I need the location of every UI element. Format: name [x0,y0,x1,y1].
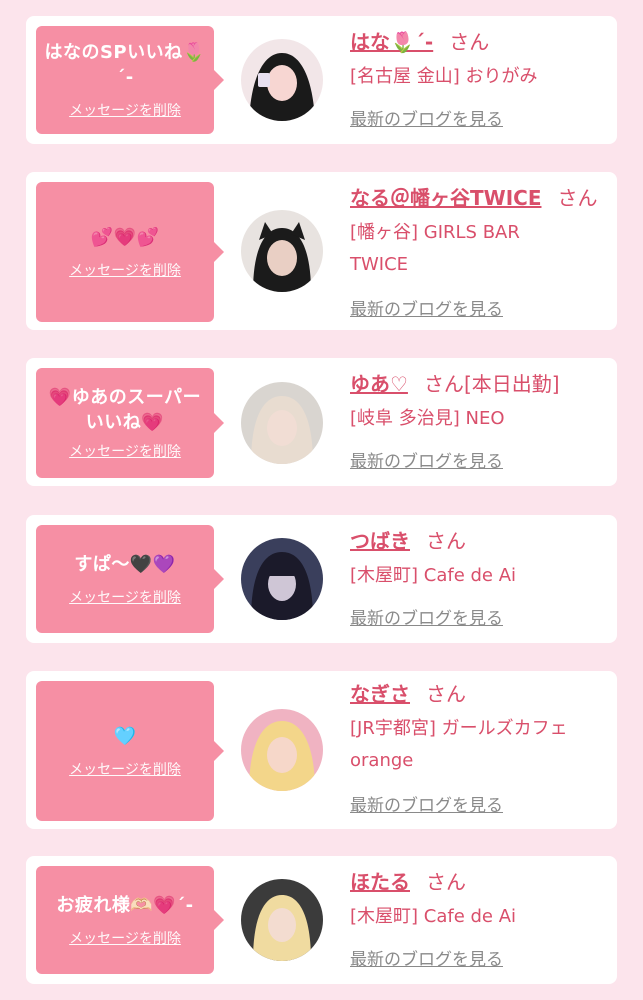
status-note: [本日出勤] [463,372,560,396]
message-text: はなのSPいいね🌷ˊ- [44,42,206,88]
message-card: お疲れ様🫶🏻💗ˊ- メッセージを削除 ほたる さん [木屋町] Cafe de A… [26,856,617,984]
profile-info: ほたる さん [木屋町] Cafe de Ai 最新のブログを見る [350,869,609,970]
honorific: さん [557,186,598,210]
latest-blog-link[interactable]: 最新のブログを見る [350,945,503,970]
avatar[interactable] [241,210,323,292]
avatar-photo-icon [241,709,323,791]
message-bubble: お疲れ様🫶🏻💗ˊ- メッセージを削除 [36,866,224,974]
delete-message-link[interactable]: メッセージを削除 [69,928,181,948]
shop-label: [名古屋 金山] おりがみ [350,66,538,87]
message-bubble: 🩵 メッセージを削除 [36,681,224,821]
message-bubble: はなのSPいいね🌷ˊ- メッセージを削除 [36,26,224,134]
message-card: 💕💗💕 メッセージを削除 なる＠幡ヶ谷TWICE さん [幡ヶ谷] GIRLS B… [26,172,617,330]
message-bubble: 💗ゆあのスーパーいいね💗 メッセージを削除 [36,368,224,478]
honorific: さん [449,30,490,54]
delete-message-link[interactable]: メッセージを削除 [69,759,181,779]
shop-label: [JR宇都宮] ガールズカフェ orange [350,718,568,771]
shop-label: [幡ヶ谷] GIRLS BAR TWICE [350,222,520,275]
profile-name-link[interactable]: なぎさ [350,682,410,706]
profile-info: はな🌷ˊ- さん [名古屋 金山] おりがみ 最新のブログを見る [350,29,609,130]
message-card: 💗ゆあのスーパーいいね💗 メッセージを削除 ゆあ♡ さん[本日出勤] [岐阜 多治… [26,358,617,486]
profile-name-link[interactable]: つばき [350,529,410,553]
avatar-photo-icon [241,210,323,292]
message-card: すぱ〜🖤💜 メッセージを削除 つばき さん [木屋町] Cafe de Ai 最新… [26,515,617,643]
profile-info: ゆあ♡ さん[本日出勤] [岐阜 多治見] NEO 最新のブログを見る [350,371,609,472]
honorific: さん [426,870,466,894]
honorific: さん [423,372,464,396]
message-text: 🩵 [113,725,137,747]
message-text: 💕💗💕 [90,226,160,248]
honorific: さん [426,682,466,706]
latest-blog-link[interactable]: 最新のブログを見る [350,791,503,816]
latest-blog-link[interactable]: 最新のブログを見る [350,295,503,320]
message-bubble: すぱ〜🖤💜 メッセージを削除 [36,525,224,633]
delete-message-link[interactable]: メッセージを削除 [69,260,181,280]
avatar-photo-icon [241,879,323,961]
avatar-photo-icon [241,382,323,464]
profile-info: なる＠幡ヶ谷TWICE さん [幡ヶ谷] GIRLS BAR TWICE 最新のブ… [350,185,609,320]
latest-blog-link[interactable]: 最新のブログを見る [350,105,503,130]
profile-name-link[interactable]: ゆあ♡ [350,372,408,396]
message-text: お疲れ様🫶🏻💗ˊ- [56,894,194,916]
avatar-photo-icon [241,538,323,620]
message-list: はなのSPいいね🌷ˊ- メッセージを削除 はな🌷ˊ- さん [名古屋 金山] おり… [0,0,643,1000]
shop-label: [木屋町] Cafe de Ai [350,565,517,586]
message-bubble: 💕💗💕 メッセージを削除 [36,182,224,322]
message-card: はなのSPいいね🌷ˊ- メッセージを削除 はな🌷ˊ- さん [名古屋 金山] おり… [26,16,617,144]
message-text: 💗ゆあのスーパーいいね💗 [48,387,202,433]
delete-message-link[interactable]: メッセージを削除 [69,441,181,461]
profile-name-link[interactable]: なる＠幡ヶ谷TWICE [350,186,541,210]
avatar[interactable] [241,538,323,620]
honorific: さん [426,529,466,553]
avatar[interactable] [241,879,323,961]
latest-blog-link[interactable]: 最新のブログを見る [350,447,503,472]
avatar[interactable] [241,39,323,121]
avatar-photo-icon [241,39,323,121]
profile-info: なぎさ さん [JR宇都宮] ガールズカフェ orange 最新のブログを見る [350,681,609,816]
latest-blog-link[interactable]: 最新のブログを見る [350,604,503,629]
avatar[interactable] [241,709,323,791]
profile-name-link[interactable]: ほたる [350,870,410,894]
profile-name-link[interactable]: はな🌷ˊ- [350,30,433,54]
message-text: すぱ〜🖤💜 [74,553,176,575]
delete-message-link[interactable]: メッセージを削除 [69,587,181,607]
message-card: 🩵 メッセージを削除 なぎさ さん [JR宇都宮] ガールズカフェ orange … [26,671,617,829]
profile-info: つばき さん [木屋町] Cafe de Ai 最新のブログを見る [350,528,609,629]
shop-label: [岐阜 多治見] NEO [350,408,505,429]
delete-message-link[interactable]: メッセージを削除 [69,100,181,120]
shop-label: [木屋町] Cafe de Ai [350,906,517,927]
avatar[interactable] [241,382,323,464]
